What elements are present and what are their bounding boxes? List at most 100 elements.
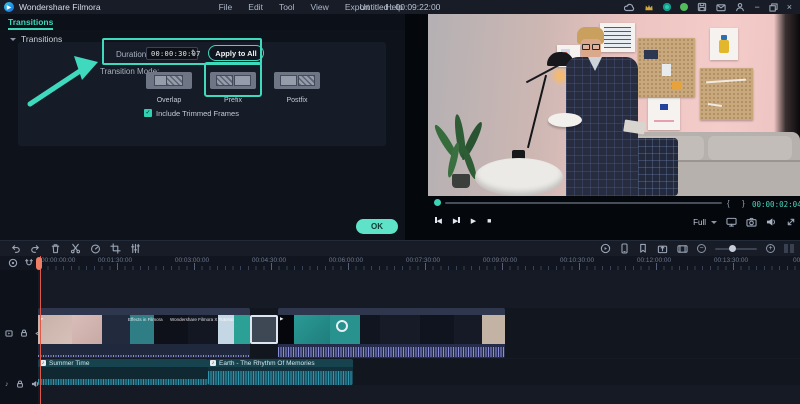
split-scissors-icon[interactable] bbox=[70, 243, 81, 254]
record-icon[interactable] bbox=[8, 258, 18, 268]
timeline-ruler[interactable]: 00:00:00:00 00:01:30:00 00:03:00:00 00:0… bbox=[0, 256, 800, 270]
coffee-table bbox=[475, 158, 563, 196]
audio-clip-2[interactable]: ♪ Earth - The Rhythm Of Memories bbox=[208, 359, 353, 385]
apply-to-all-button[interactable]: Apply to All bbox=[208, 45, 264, 61]
ruler-label: 00:00:00:00 bbox=[41, 257, 76, 264]
minimize-button[interactable]: − bbox=[754, 2, 759, 12]
timeline-toolbar-right: − + bbox=[600, 243, 794, 254]
playhead-line[interactable] bbox=[40, 256, 41, 404]
account-icon[interactable] bbox=[735, 2, 745, 12]
thumbnail-caption: Effects in Filmora bbox=[128, 317, 163, 322]
ruler-label: 00:04:30:00 bbox=[251, 257, 287, 264]
dual-monitor-icon[interactable] bbox=[726, 217, 737, 227]
timeline-area: 00:00:00:00 00:01:30:00 00:03:00:00 00:0… bbox=[0, 256, 800, 404]
mark-out-icon[interactable]: } bbox=[742, 199, 745, 208]
crop-icon[interactable] bbox=[110, 243, 121, 254]
glasses-icon bbox=[582, 44, 590, 50]
lock-icon[interactable] bbox=[16, 380, 24, 388]
menu-tool[interactable]: Tool bbox=[279, 2, 295, 12]
audio-mixer-icon[interactable] bbox=[130, 243, 141, 254]
undo-icon[interactable] bbox=[10, 243, 21, 254]
bowl bbox=[548, 113, 582, 127]
transport-controls: ◀ ▶ ▶ ■ bbox=[435, 217, 491, 225]
close-button[interactable]: × bbox=[787, 2, 792, 12]
duration-input[interactable]: 00:00:30:07 bbox=[146, 47, 200, 60]
upgrade-crown-icon[interactable] bbox=[644, 3, 654, 12]
audio-clip-1[interactable]: ♪ Summer Time bbox=[38, 359, 208, 385]
mode-overlap-label: Overlap bbox=[156, 97, 182, 104]
share-mail-icon[interactable] bbox=[716, 3, 727, 12]
chevron-down-icon bbox=[711, 220, 717, 224]
ruler-label: 00:01:30:00 bbox=[97, 257, 133, 264]
marker-icon[interactable] bbox=[638, 243, 648, 254]
zoom-out-icon[interactable]: − bbox=[697, 244, 706, 253]
stop-button[interactable]: ■ bbox=[487, 218, 491, 225]
wall-frame-pineapple bbox=[710, 28, 738, 60]
restore-button[interactable] bbox=[769, 2, 778, 12]
ring-light-thumb bbox=[336, 320, 348, 332]
redo-icon[interactable] bbox=[30, 243, 41, 254]
tab-transitions[interactable]: Transitions bbox=[8, 14, 54, 30]
wall-frame-pink bbox=[648, 98, 680, 130]
support-icon[interactable] bbox=[663, 3, 672, 11]
audio-track-clips: ♪ Summer Time ♪ Earth - The Rhythm Of Me… bbox=[38, 359, 353, 385]
duration-stepper[interactable] bbox=[191, 49, 195, 56]
audio-clip-title: Summer Time bbox=[49, 359, 90, 367]
speed-clock-icon[interactable] bbox=[90, 243, 101, 254]
detach-expand-icon[interactable] bbox=[786, 217, 796, 227]
snapshot-camera-icon[interactable] bbox=[746, 217, 757, 227]
preview-seek-bar[interactable] bbox=[445, 202, 722, 204]
phone-vertical-icon[interactable] bbox=[620, 243, 629, 254]
menu-view[interactable]: View bbox=[311, 2, 329, 12]
video-track-clips: ▶ Effects in Filmora Wondershare Filmora… bbox=[38, 308, 505, 358]
render-preview-icon[interactable] bbox=[600, 243, 611, 254]
app-name: Wondershare Filmora bbox=[19, 2, 101, 12]
timeline-zoom-slider[interactable] bbox=[715, 245, 757, 252]
panel-tab-bar: Transitions bbox=[0, 14, 405, 30]
mode-postfix-thumb[interactable] bbox=[274, 72, 320, 89]
mark-in-icon[interactable]: { bbox=[727, 199, 730, 208]
snap-magnet-icon[interactable] bbox=[24, 258, 34, 268]
mode-prefix-thumb[interactable] bbox=[210, 72, 256, 89]
preview-right-controls: Full bbox=[693, 217, 796, 227]
video-clip-1[interactable]: ▶ Effects in Filmora Wondershare Filmora… bbox=[38, 308, 250, 358]
titlebar-icons: − × bbox=[624, 2, 800, 12]
audio-track-header: ♪ bbox=[5, 380, 40, 388]
preview-zoom-select[interactable]: Full bbox=[693, 218, 717, 227]
cloud-icon[interactable] bbox=[624, 3, 635, 12]
ok-button[interactable]: OK bbox=[356, 219, 398, 234]
timeline-toolbar-left bbox=[10, 243, 141, 254]
ruler-label: 00:12:00:00 bbox=[636, 257, 672, 264]
speaker-icon[interactable] bbox=[766, 217, 777, 227]
export-clip-icon[interactable] bbox=[657, 243, 668, 254]
menu-file[interactable]: File bbox=[219, 2, 233, 12]
transition-clip[interactable] bbox=[250, 315, 278, 344]
lock-icon[interactable] bbox=[20, 329, 28, 337]
ruler-label: 00:13:30:00 bbox=[713, 257, 749, 264]
filmora-logo-icon: ▶ bbox=[4, 2, 14, 12]
duration-label: Duration: bbox=[116, 50, 149, 59]
previous-frame-button[interactable]: ◀ bbox=[435, 217, 442, 225]
ruler-label: 00:07:30:00 bbox=[405, 257, 441, 264]
delete-trash-icon[interactable] bbox=[50, 243, 61, 254]
clip-thumbnails bbox=[278, 315, 505, 344]
elapsed-timecode: 00:00:02:04 bbox=[752, 200, 800, 209]
menu-edit[interactable]: Edit bbox=[248, 2, 263, 12]
mode-overlap-thumb[interactable] bbox=[146, 72, 192, 89]
fit-timeline-icon[interactable] bbox=[784, 244, 794, 253]
audio-clip-title: Earth - The Rhythm Of Memories bbox=[219, 359, 315, 367]
film-track-icon[interactable] bbox=[677, 244, 688, 254]
zoom-in-icon[interactable]: + bbox=[766, 244, 775, 253]
play-button[interactable]: ▶ bbox=[471, 217, 476, 225]
slider-handle[interactable] bbox=[729, 245, 736, 252]
video-clip-2[interactable]: ▶ bbox=[278, 308, 505, 358]
playhead-handle[interactable] bbox=[36, 257, 42, 270]
next-frame-button[interactable]: ▶ bbox=[453, 217, 460, 225]
include-trimmed-checkbox[interactable]: ✓ bbox=[144, 109, 152, 117]
save-icon[interactable] bbox=[697, 2, 707, 12]
filmora-window: ▶ Wondershare Filmora File Edit Tool Vie… bbox=[0, 0, 800, 404]
pegboard-left bbox=[638, 38, 695, 97]
timeline-toolbar: − + bbox=[0, 240, 800, 256]
preview-seek-handle[interactable] bbox=[434, 199, 441, 206]
workspace: Transitions Transitions Duration: 00:00:… bbox=[0, 14, 800, 240]
